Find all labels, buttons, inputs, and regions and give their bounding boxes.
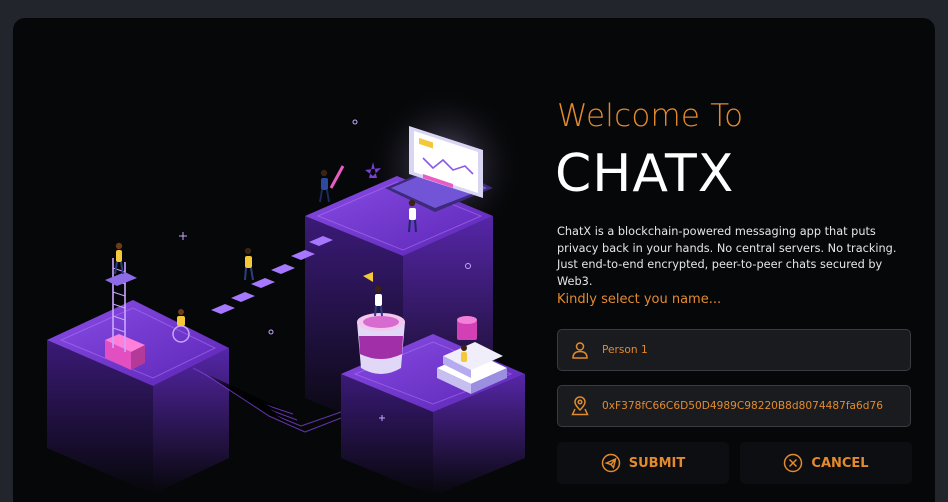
- person-on-stones: [244, 247, 254, 281]
- welcome-heading: Welcome To: [557, 98, 744, 134]
- left-platform: [47, 242, 229, 494]
- user-icon: [558, 341, 602, 359]
- person-with-pencil: [319, 165, 345, 203]
- cancel-button[interactable]: CANCEL: [740, 442, 912, 484]
- location-pin-icon: [558, 396, 602, 416]
- close-circle-icon: [783, 453, 803, 473]
- send-icon: [601, 453, 621, 473]
- app-description: ChatX is a blockchain-powered messaging …: [557, 225, 897, 288]
- cancel-label: CANCEL: [811, 455, 869, 471]
- select-name-prompt: Kindly select you name...: [557, 292, 722, 307]
- isometric-illustration: [47, 86, 525, 496]
- welcome-panel: Welcome To CHATX ChatX is a blockchain-p…: [555, 18, 917, 502]
- name-field[interactable]: [557, 329, 911, 371]
- login-card: Welcome To CHATX ChatX is a blockchain-p…: [13, 18, 935, 502]
- wallet-address-input[interactable]: [602, 400, 902, 412]
- brand-title: CHATX: [555, 144, 735, 204]
- submit-button[interactable]: SUBMIT: [557, 442, 729, 484]
- address-field[interactable]: [557, 385, 911, 427]
- name-input[interactable]: [602, 344, 902, 356]
- submit-label: SUBMIT: [628, 455, 686, 471]
